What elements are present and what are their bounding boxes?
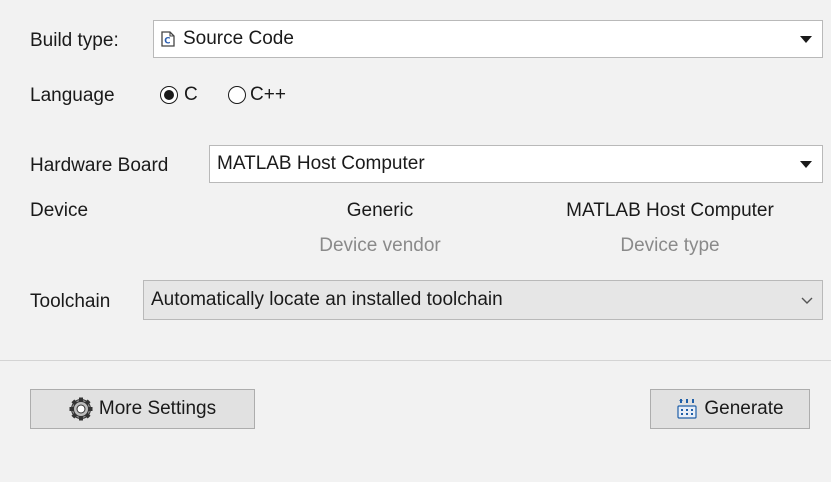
hardware-board-label: Hardware Board bbox=[30, 155, 169, 176]
device-type-caption: Device type bbox=[620, 235, 720, 256]
toolchain-value: Automatically locate an installed toolch… bbox=[151, 289, 503, 310]
language-option-cpp[interactable]: C++ bbox=[228, 84, 286, 106]
generate-label: Generate bbox=[704, 398, 784, 419]
hardware-board-dropdown[interactable]: MATLAB Host Computer bbox=[209, 145, 823, 183]
source-code-file-icon: C bbox=[161, 31, 175, 47]
hardware-board-value: MATLAB Host Computer bbox=[217, 153, 425, 174]
divider bbox=[0, 360, 831, 361]
gear-icon bbox=[69, 397, 93, 421]
more-settings-label: More Settings bbox=[98, 398, 217, 419]
radio-cpp[interactable] bbox=[228, 86, 246, 104]
generate-code-icon bbox=[677, 399, 697, 419]
svg-text:C: C bbox=[164, 37, 170, 47]
build-type-label: Build type: bbox=[30, 30, 119, 51]
more-settings-button[interactable]: More Settings bbox=[30, 389, 255, 429]
toolchain-label: Toolchain bbox=[30, 291, 111, 312]
device-type-value: MATLAB Host Computer bbox=[566, 200, 774, 221]
dropdown-arrow-icon[interactable] bbox=[800, 36, 812, 43]
language-label: Language bbox=[30, 85, 115, 106]
radio-c-selected[interactable] bbox=[160, 86, 178, 104]
device-label: Device bbox=[30, 200, 89, 221]
generate-button[interactable]: Generate bbox=[650, 389, 810, 429]
toolchain-dropdown[interactable]: Automatically locate an installed toolch… bbox=[143, 280, 823, 320]
language-option-c-label: C bbox=[184, 84, 198, 105]
build-type-value: Source Code bbox=[183, 28, 294, 49]
language-option-c[interactable]: C bbox=[160, 84, 198, 106]
dropdown-arrow-icon[interactable] bbox=[800, 161, 812, 168]
chevron-down-icon[interactable] bbox=[801, 290, 813, 310]
language-option-cpp-label: C++ bbox=[250, 84, 286, 105]
device-vendor-value: Generic bbox=[346, 200, 414, 221]
build-type-dropdown[interactable]: C Source Code bbox=[153, 20, 823, 58]
device-vendor-caption: Device vendor bbox=[319, 235, 441, 256]
